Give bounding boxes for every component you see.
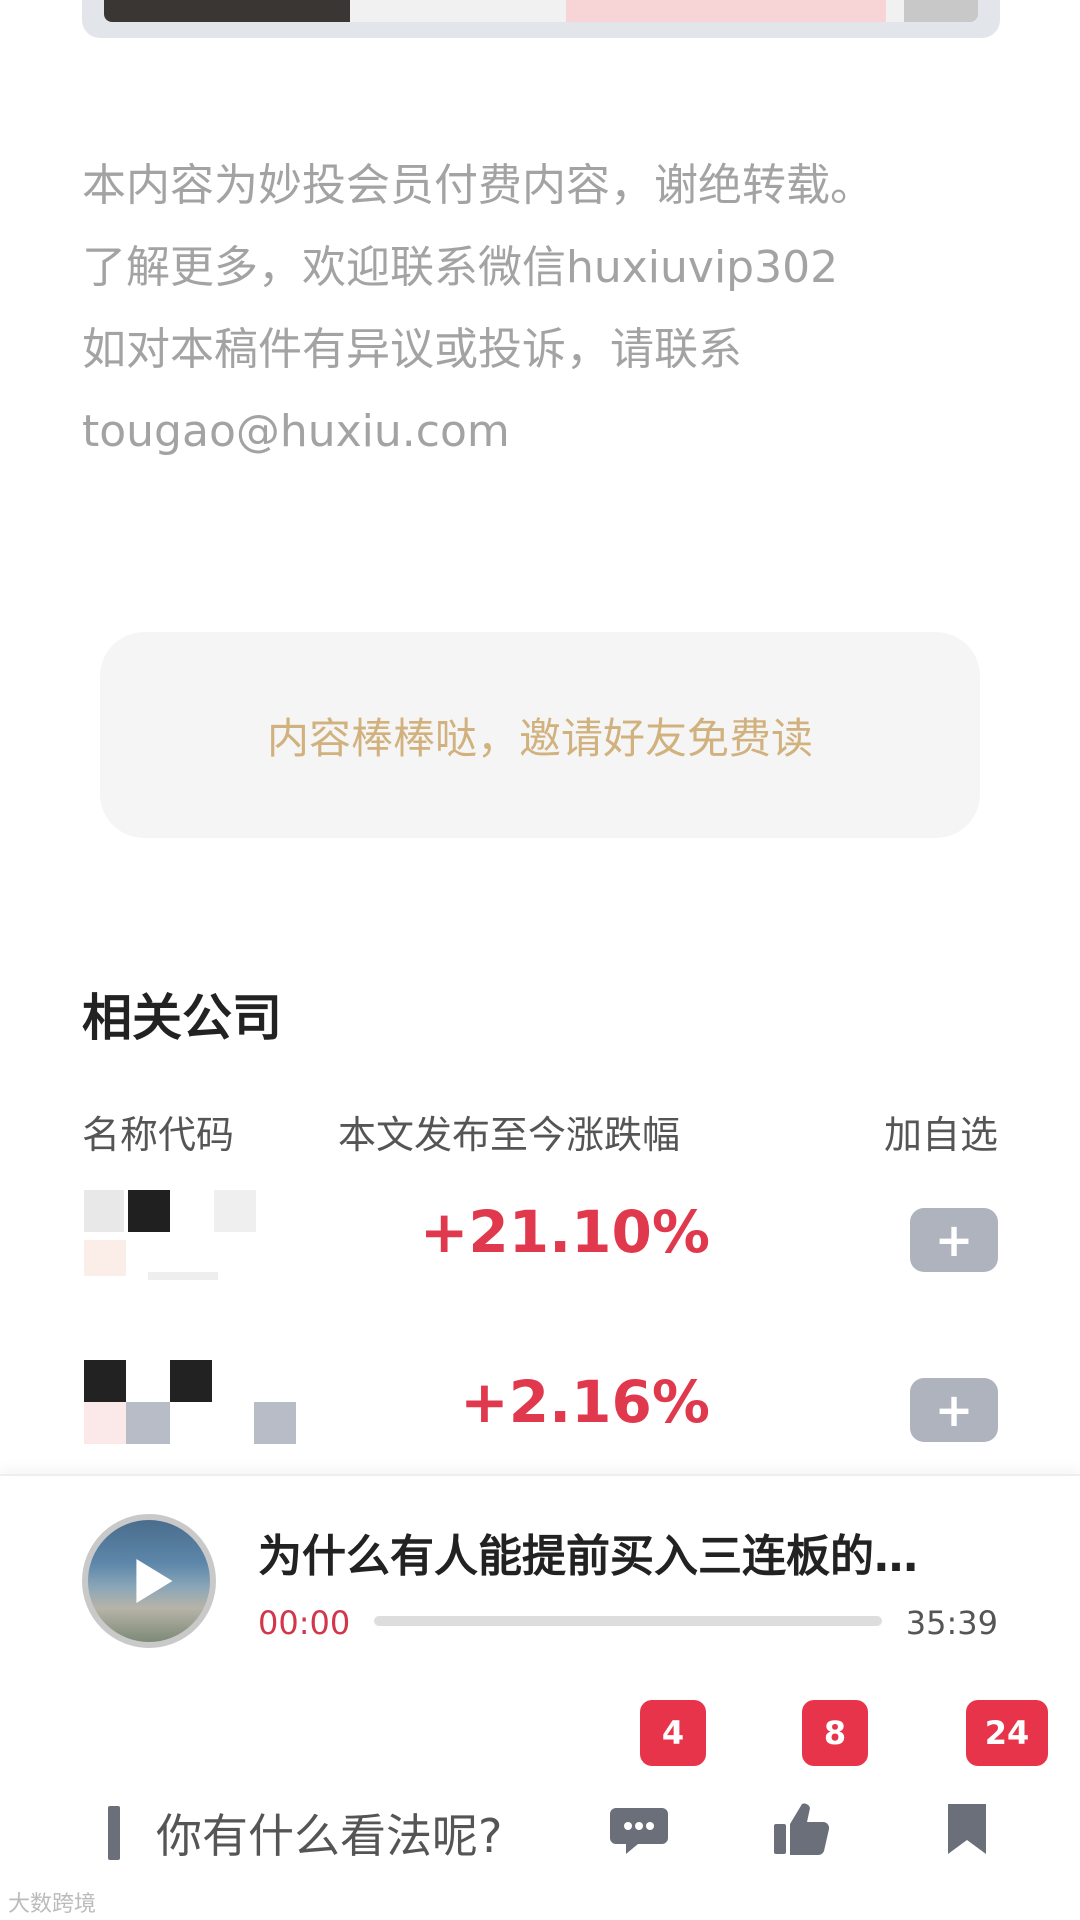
column-header-change: 本文发布至今涨跌幅 xyxy=(338,1113,681,1157)
change-percent: +2.16% xyxy=(460,1368,710,1436)
notice-line: 如对本稿件有异议或投诉，请联系 xyxy=(82,324,742,375)
add-watchlist-button[interactable]: + xyxy=(910,1378,998,1442)
company-row[interactable]: +21.10% + xyxy=(0,1190,1080,1330)
comment-count-badge: 4 xyxy=(640,1700,706,1766)
notice-line: 了解更多，欢迎联系微信huxiuvip302 xyxy=(82,242,839,293)
watermark: 大数跨境 xyxy=(8,1892,97,1917)
play-icon[interactable] xyxy=(136,1559,173,1603)
notice-email[interactable]: tougao@huxiu.com xyxy=(82,391,1012,473)
company-name-pixelated xyxy=(84,1360,304,1460)
add-watchlist-button[interactable]: + xyxy=(910,1208,998,1272)
audio-player[interactable]: 为什么有人能提前买入三连板的… 00:00 35:39 xyxy=(0,1474,1080,1688)
progress-track[interactable] xyxy=(374,1616,882,1626)
audio-title[interactable]: 为什么有人能提前买入三连板的… xyxy=(258,1520,1008,1584)
article-image xyxy=(104,0,978,22)
notice-line: 本内容为妙投会员付费内容，谢绝转载。 xyxy=(82,160,874,211)
like-count-badge: 8 xyxy=(802,1700,868,1766)
plus-icon: + xyxy=(934,1383,974,1437)
column-header-add: 加自选 xyxy=(883,1113,998,1157)
current-time: 00:00 xyxy=(258,1604,351,1642)
like-icon[interactable] xyxy=(770,1798,832,1860)
audio-thumbnail[interactable] xyxy=(82,1514,216,1648)
total-time: 35:39 xyxy=(905,1604,998,1642)
invite-label: 内容棒棒哒，邀请好友免费读 xyxy=(266,713,813,763)
company-name-pixelated xyxy=(84,1190,304,1290)
invite-friend-button[interactable]: 内容棒棒哒，邀请好友免费读 xyxy=(100,632,980,838)
comment-icon[interactable] xyxy=(608,1798,670,1860)
copyright-notice: 本内容为妙投会员付费内容，谢绝转载。 了解更多，欢迎联系微信huxiuvip30… xyxy=(82,145,1012,473)
article-image-card xyxy=(82,0,1000,38)
related-companies-title: 相关公司 xyxy=(82,989,282,1047)
bottom-action-bar: 你有什么看法呢? 4 8 24 xyxy=(0,1686,1080,1920)
bookmark-icon[interactable] xyxy=(936,1798,998,1860)
comment-input[interactable]: 你有什么看法呢? xyxy=(156,1800,502,1866)
input-cursor-bar xyxy=(108,1806,120,1860)
favorite-count-badge: 24 xyxy=(966,1700,1048,1766)
column-header-name: 名称代码 xyxy=(82,1113,235,1157)
plus-icon: + xyxy=(934,1213,974,1267)
change-percent: +21.10% xyxy=(419,1198,710,1266)
